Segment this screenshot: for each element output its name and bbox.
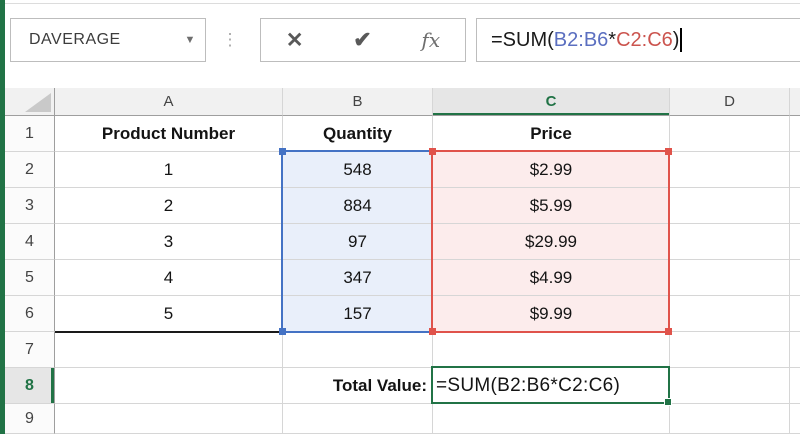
cell-a5[interactable]: 4 <box>55 260 283 296</box>
column-header-row: A B C D <box>5 88 800 116</box>
formula-segment: =SUM( <box>491 29 554 52</box>
name-box-value[interactable]: DAVERAGE <box>11 31 175 49</box>
name-box-dropdown-icon[interactable]: ▼ <box>175 34 205 46</box>
row-header-3[interactable]: 3 <box>5 188 55 224</box>
cell-c1[interactable]: Price <box>433 116 670 152</box>
cell-d6[interactable] <box>670 296 790 332</box>
insert-function-icon[interactable]: fx <box>421 28 440 52</box>
column-header-sliver <box>790 88 800 116</box>
cell-b5[interactable]: 347 <box>283 260 433 296</box>
select-all-triangle-icon <box>25 93 51 112</box>
cell-a2[interactable]: 1 <box>55 152 283 188</box>
row-7: 7 <box>5 332 800 368</box>
window-top-border <box>5 3 800 4</box>
cell-a7[interactable] <box>55 332 283 368</box>
spreadsheet-grid: A B C D 1 Product Number Quantity Price … <box>5 88 800 434</box>
column-header-c[interactable]: C <box>433 88 670 116</box>
row-2: 2 1 548 $2.99 <box>5 152 800 188</box>
row-header-9[interactable]: 9 <box>5 404 55 434</box>
row-4: 4 3 97 $29.99 <box>5 224 800 260</box>
cell-b3[interactable]: 884 <box>283 188 433 224</box>
row-header-4[interactable]: 4 <box>5 224 55 260</box>
cell-a3[interactable]: 2 <box>55 188 283 224</box>
select-all-button[interactable] <box>5 88 55 116</box>
cell-b8[interactable]: Total Value: <box>283 368 433 404</box>
row-1: 1 Product Number Quantity Price <box>5 116 800 152</box>
cell-c3[interactable]: $5.99 <box>433 188 670 224</box>
cell-d9[interactable] <box>670 404 790 434</box>
row-header-2[interactable]: 2 <box>5 152 55 188</box>
cell-d4[interactable] <box>670 224 790 260</box>
cell-a8[interactable] <box>55 368 283 404</box>
row-header-1[interactable]: 1 <box>5 116 55 152</box>
cell-c2[interactable]: $2.99 <box>433 152 670 188</box>
formula-segment: * <box>608 29 616 52</box>
cell-d7[interactable] <box>670 332 790 368</box>
name-box[interactable]: DAVERAGE ▼ <box>10 18 206 62</box>
cell-b1[interactable]: Quantity <box>283 116 433 152</box>
cell-d5[interactable] <box>670 260 790 296</box>
cell-a4[interactable]: 3 <box>55 224 283 260</box>
row-header-5[interactable]: 5 <box>5 260 55 296</box>
cell-d8[interactable] <box>670 368 790 404</box>
cell-c9[interactable] <box>433 404 670 434</box>
formula-input[interactable]: =SUM( B2:B6 * C2:C6 ) <box>476 18 800 62</box>
cell-b7[interactable] <box>283 332 433 368</box>
column-header-a[interactable]: A <box>55 88 283 116</box>
text-cursor <box>680 28 682 52</box>
cell-b2[interactable]: 548 <box>283 152 433 188</box>
column-header-b[interactable]: B <box>283 88 433 116</box>
formula-bar-buttons: ✕ ✔ fx <box>260 18 466 62</box>
column-header-d[interactable]: D <box>670 88 790 116</box>
cell-a6[interactable]: 5 <box>55 296 283 332</box>
cell-c5[interactable]: $4.99 <box>433 260 670 296</box>
cell-b4[interactable]: 97 <box>283 224 433 260</box>
cell-b9[interactable] <box>283 404 433 434</box>
enter-icon[interactable]: ✔ <box>353 27 371 53</box>
cell-b6[interactable]: 157 <box>283 296 433 332</box>
cell-c6[interactable]: $9.99 <box>433 296 670 332</box>
row-header-7[interactable]: 7 <box>5 332 55 368</box>
row-header-6[interactable]: 6 <box>5 296 55 332</box>
row-header-8[interactable]: 8 <box>5 368 55 404</box>
row-9: 9 <box>5 404 800 434</box>
formula-segment-ref-red: C2:C6 <box>616 29 673 52</box>
row-8: 8 Total Value: =SUM(B2:B6*C2:C6) <box>5 368 800 404</box>
formula-segment: ) <box>673 29 680 52</box>
row-6: 6 5 157 $9.99 <box>5 296 800 332</box>
cell-c7[interactable] <box>433 332 670 368</box>
row-5: 5 4 347 $4.99 <box>5 260 800 296</box>
cell-d3[interactable] <box>670 188 790 224</box>
cell-d2[interactable] <box>670 152 790 188</box>
cell-a1[interactable]: Product Number <box>55 116 283 152</box>
cell-c8-active-formula[interactable]: =SUM(B2:B6*C2:C6) <box>433 368 670 404</box>
cell-a9[interactable] <box>55 404 283 434</box>
cell-d1[interactable] <box>670 116 790 152</box>
formula-segment-ref-blue: B2:B6 <box>554 29 608 52</box>
cell-c4[interactable]: $29.99 <box>433 224 670 260</box>
cancel-icon[interactable]: ✕ <box>286 28 304 53</box>
row-3: 3 2 884 $5.99 <box>5 188 800 224</box>
formula-bar-resize-handle[interactable]: ⋮ <box>222 18 238 62</box>
